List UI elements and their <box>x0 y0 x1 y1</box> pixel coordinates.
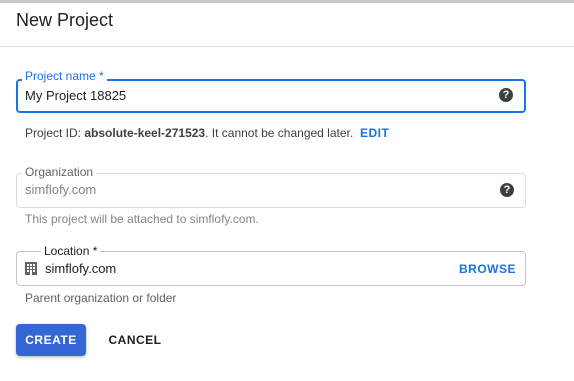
organization-hint: This project will be attached to simflof… <box>25 212 259 226</box>
building-icon <box>25 262 37 275</box>
help-circle-icon[interactable]: ? <box>499 88 513 102</box>
organization-value: simflofy.com <box>25 182 97 197</box>
cancel-button[interactable]: CANCEL <box>100 324 170 356</box>
project-id-value: absolute-keel-271523 <box>84 126 206 140</box>
project-name-input[interactable]: My Project 18825 <box>25 88 126 104</box>
help-circle-icon[interactable]: ? <box>500 183 514 197</box>
location-label: Location * <box>41 244 101 258</box>
location-hint: Parent organization or folder <box>25 291 177 305</box>
create-button[interactable]: CREATE <box>16 324 86 356</box>
edit-project-id-link[interactable]: EDIT <box>360 126 389 140</box>
dialog-title: New Project <box>16 10 114 30</box>
browse-button[interactable]: BROWSE <box>459 262 516 276</box>
organization-label: Organization <box>22 165 97 179</box>
top-border <box>0 0 574 3</box>
project-id-hint: Project ID: absolute-keel-271523. It can… <box>25 126 354 140</box>
location-value: simflofy.com <box>45 261 117 276</box>
title-divider <box>0 46 574 47</box>
project-name-label: Project name * <box>22 69 107 83</box>
